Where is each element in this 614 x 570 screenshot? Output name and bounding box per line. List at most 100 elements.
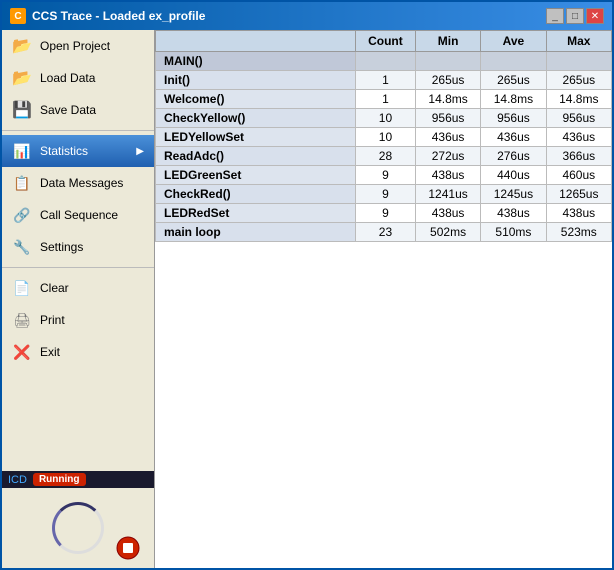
icd-label: ICD (8, 474, 27, 486)
table-row: CheckYellow()10956us956us956us (156, 109, 612, 128)
icd-status-bar: ICD Running (2, 471, 154, 488)
table-row: CheckRed()91241us1245us1265us (156, 185, 612, 204)
stop-button[interactable] (116, 536, 140, 560)
sidebar-item-open-project[interactable]: 📂 Open Project (2, 30, 154, 62)
table-row-min: 438us (415, 166, 480, 185)
settings-icon: 🔧 (12, 237, 32, 257)
col-header-ave: Ave (481, 31, 546, 52)
sidebar-label-load-data: Load Data (40, 71, 95, 85)
table-row-ave: 438us (481, 204, 546, 223)
table-row-count: 10 (356, 128, 416, 147)
table-row-ave: 1245us (481, 185, 546, 204)
table-row-max: 956us (546, 109, 611, 128)
table-row-ave: 14.8ms (481, 90, 546, 109)
close-button[interactable]: ✕ (586, 8, 604, 24)
sidebar-label-settings: Settings (40, 240, 83, 254)
table-row-min: 272us (415, 147, 480, 166)
sidebar-label-data-messages: Data Messages (40, 176, 123, 190)
table-row-max: 1265us (546, 185, 611, 204)
data-messages-icon: 📋 (12, 173, 32, 193)
title-bar-left: C CCS Trace - Loaded ex_profile (10, 8, 205, 24)
sidebar-item-print[interactable]: 🖨 Print (2, 304, 154, 336)
table-row-count: 10 (356, 109, 416, 128)
table-row-max: 460us (546, 166, 611, 185)
table-row-count: 9 (356, 185, 416, 204)
content-area: 📂 Open Project 📂 Load Data 💾 Save Data 📊… (2, 30, 612, 568)
main-content: Count Min Ave Max MAIN()Init()1265us265u… (155, 30, 612, 568)
sidebar-item-exit[interactable]: ❌ Exit (2, 336, 154, 368)
sidebar-label-call-sequence: Call Sequence (40, 208, 118, 222)
table-row-ave (481, 52, 546, 71)
table-row-count: 9 (356, 204, 416, 223)
sidebar-label-clear: Clear (40, 281, 69, 295)
window-title: CCS Trace - Loaded ex_profile (32, 9, 205, 23)
sidebar: 📂 Open Project 📂 Load Data 💾 Save Data 📊… (2, 30, 155, 568)
table-row-name: LEDRedSet (156, 204, 356, 223)
table-row-ave: 265us (481, 71, 546, 90)
table-row-name: LEDYellowSet (156, 128, 356, 147)
open-folder-icon: 📂 (12, 36, 32, 56)
table-row-max: 436us (546, 128, 611, 147)
sidebar-label-open-project: Open Project (40, 39, 110, 53)
table-row-ave: 956us (481, 109, 546, 128)
table-row-count: 1 (356, 90, 416, 109)
table-row: LEDGreenSet9438us440us460us (156, 166, 612, 185)
minimize-button[interactable]: _ (546, 8, 564, 24)
title-controls: _ □ ✕ (546, 8, 604, 24)
sidebar-label-print: Print (40, 313, 65, 327)
table-row-min: 14.8ms (415, 90, 480, 109)
loading-spinner (52, 502, 104, 554)
table-row-max: 523ms (546, 223, 611, 242)
load-folder-icon: 📂 (12, 68, 32, 88)
table-row: Init()1265us265us265us (156, 71, 612, 90)
statistics-icon: 📊 (12, 141, 32, 161)
table-row-max: 438us (546, 204, 611, 223)
main-window: C CCS Trace - Loaded ex_profile _ □ ✕ 📂 … (0, 0, 614, 570)
table-row-min: 436us (415, 128, 480, 147)
col-header-name (156, 31, 356, 52)
table-row: LEDYellowSet10436us436us436us (156, 128, 612, 147)
sidebar-item-load-data[interactable]: 📂 Load Data (2, 62, 154, 94)
table-row-name: Welcome() (156, 90, 356, 109)
sidebar-item-statistics[interactable]: 📊 Statistics ▶ (2, 135, 154, 167)
sidebar-label-statistics: Statistics (40, 144, 88, 158)
table-row-count: 1 (356, 71, 416, 90)
table-row-max: 265us (546, 71, 611, 90)
table-row: LEDRedSet9438us438us438us (156, 204, 612, 223)
sidebar-divider-1 (2, 130, 154, 131)
call-sequence-icon: 🔗 (12, 205, 32, 225)
table-row-min: 265us (415, 71, 480, 90)
table-row-count (356, 52, 416, 71)
table-row-name: MAIN() (156, 52, 356, 71)
table-row-count: 23 (356, 223, 416, 242)
table-row-name: LEDGreenSet (156, 166, 356, 185)
table-row-min: 502ms (415, 223, 480, 242)
app-icon: C (10, 8, 26, 24)
col-header-max: Max (546, 31, 611, 52)
title-bar: C CCS Trace - Loaded ex_profile _ □ ✕ (2, 2, 612, 30)
table-row-name: main loop (156, 223, 356, 242)
maximize-button[interactable]: □ (566, 8, 584, 24)
clear-icon: 📄 (12, 278, 32, 298)
col-header-min: Min (415, 31, 480, 52)
sidebar-label-save-data: Save Data (40, 103, 96, 117)
table-row-min: 956us (415, 109, 480, 128)
table-row-count: 9 (356, 166, 416, 185)
statistics-arrow-icon: ▶ (136, 146, 144, 157)
table-row-max (546, 52, 611, 71)
table-row: ReadAdc()28272us276us366us (156, 147, 612, 166)
save-icon: 💾 (12, 100, 32, 120)
sidebar-item-call-sequence[interactable]: 🔗 Call Sequence (2, 199, 154, 231)
table-row-name: Init() (156, 71, 356, 90)
table-row-ave: 276us (481, 147, 546, 166)
sidebar-item-clear[interactable]: 📄 Clear (2, 272, 154, 304)
spinner-area (2, 488, 154, 568)
sidebar-item-data-messages[interactable]: 📋 Data Messages (2, 167, 154, 199)
sidebar-label-exit: Exit (40, 345, 60, 359)
sidebar-divider-2 (2, 267, 154, 268)
table-row-max: 366us (546, 147, 611, 166)
table-row-min: 1241us (415, 185, 480, 204)
exit-icon: ❌ (12, 342, 32, 362)
sidebar-item-settings[interactable]: 🔧 Settings (2, 231, 154, 263)
sidebar-item-save-data[interactable]: 💾 Save Data (2, 94, 154, 126)
